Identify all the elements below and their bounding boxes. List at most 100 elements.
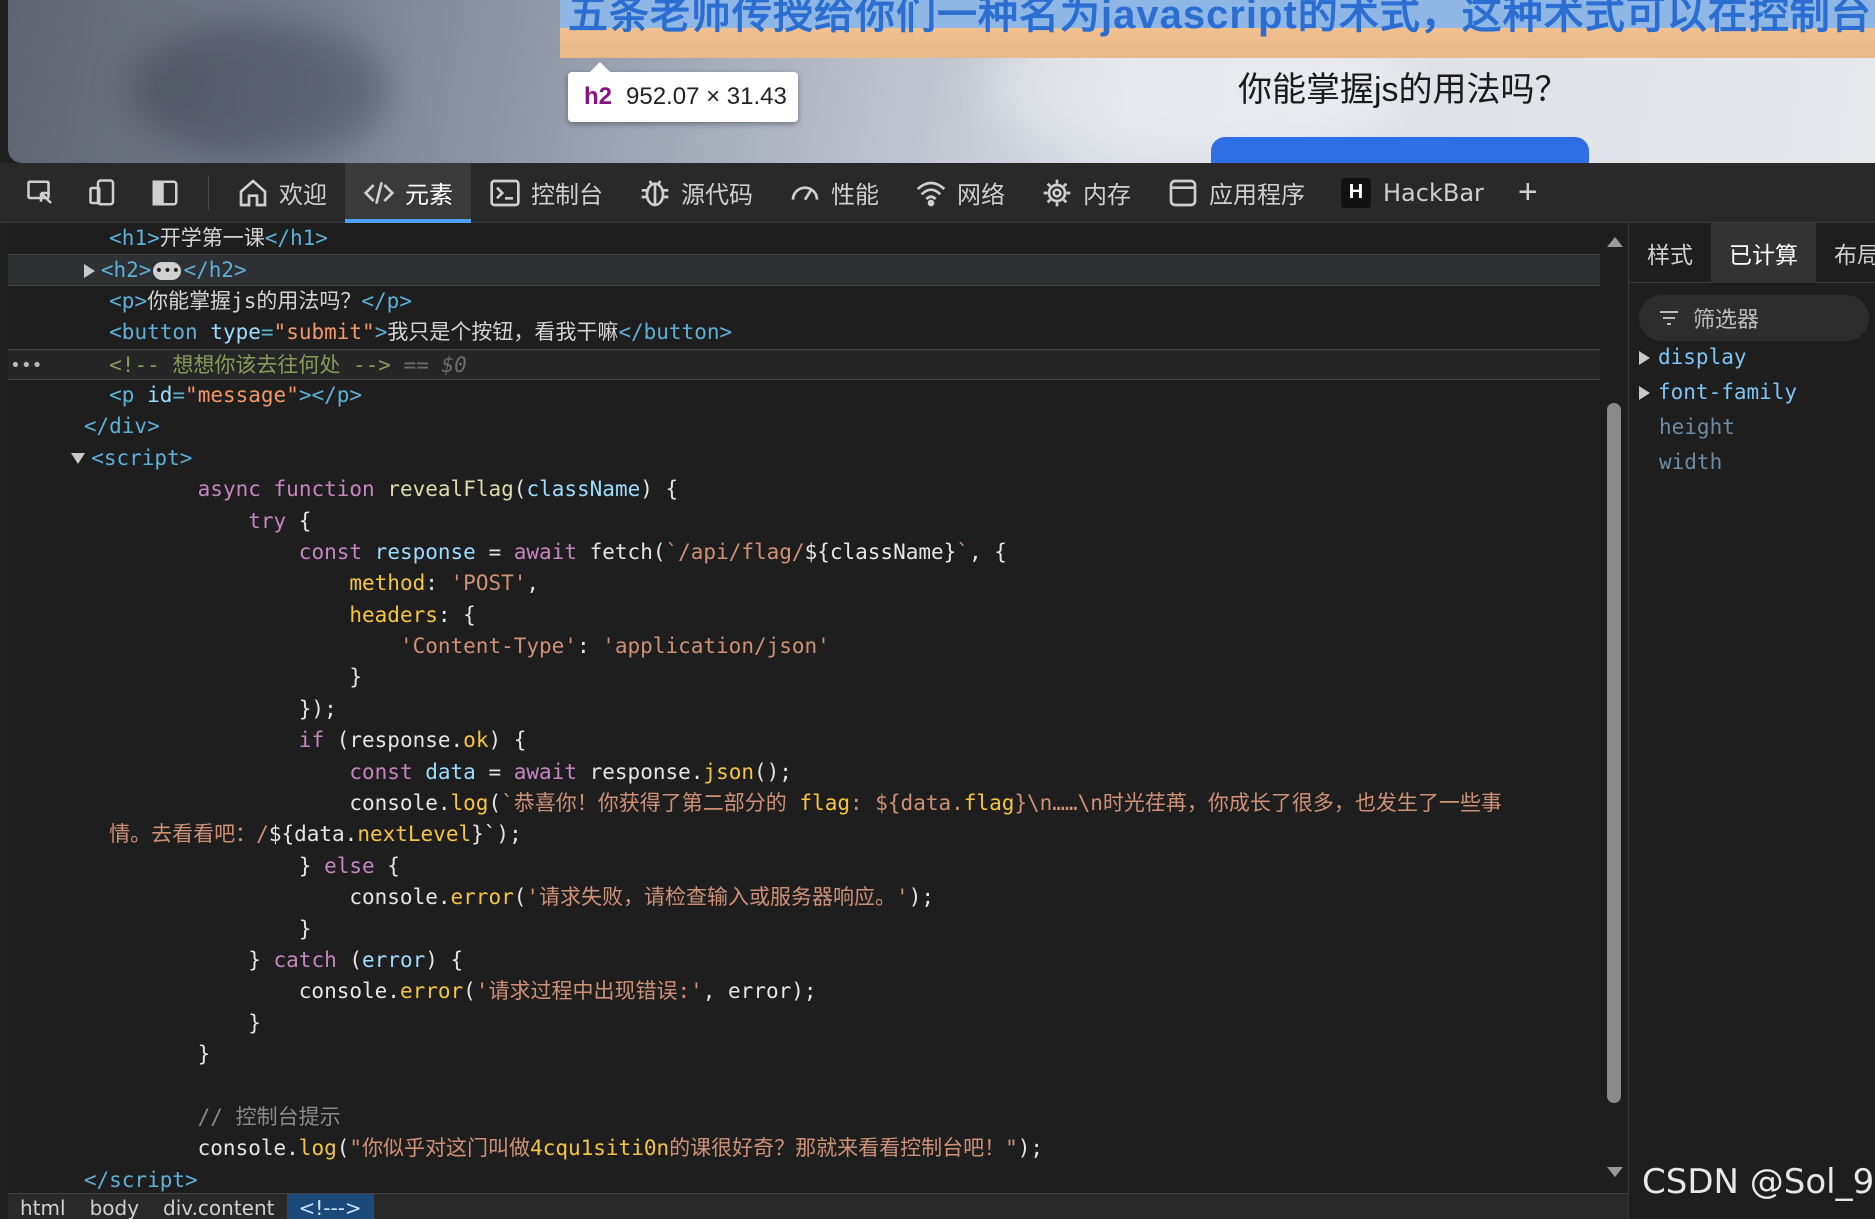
devtools-toolbar: 欢迎 元素 控制台 源代码 性能 网络 内存 应用程序 H HackBar + (0, 162, 1875, 223)
dom-node-h1[interactable]: <h1>开学第一课</h1> (8, 223, 1600, 254)
code-line: } (8, 1042, 211, 1067)
device-emulation-icon[interactable] (82, 172, 124, 214)
computed-prop-height[interactable]: height (1659, 415, 1735, 439)
code-line: console.log("你似乎对这门叫做4cqu1siti0n的课很好奇？那就… (8, 1136, 1044, 1161)
breadcrumb-item-active[interactable]: <!---> (286, 1194, 374, 1219)
scroll-up-icon[interactable] (1607, 237, 1623, 247)
expand-arrow-icon[interactable] (83, 264, 95, 279)
code-line: } else { (8, 853, 400, 878)
filter-placeholder: 筛选器 (1693, 308, 1760, 333)
code-line: console.error('请求过程中出现错误:', error); (8, 979, 817, 1004)
page-preview: 五条老师传授给你们一种名为javascript的术式，这种术式可以在控制台 h2… (8, 0, 1875, 163)
dom-node-script[interactable]: <script> (8, 443, 1600, 474)
code-line: } catch (error) { (8, 947, 464, 972)
tab-computed[interactable]: 已计算 (1711, 223, 1816, 283)
code-line: } (8, 1010, 261, 1035)
vertical-scrollbar[interactable] (1600, 223, 1628, 1193)
dom-node-div-close: </div> (83, 414, 160, 439)
dom-node-p[interactable]: <p>你能掌握js的用法吗？</p> (8, 286, 1600, 317)
hackbar-icon: H (1341, 177, 1371, 208)
dom-node-h2[interactable]: <h2> ••• </h2> (8, 254, 1600, 286)
watermark: CSDN @Sol_9 (1642, 1162, 1875, 1202)
preview-heading: 五条老师传授给你们一种名为javascript的术式，这种术式可以在控制台 (568, 0, 1872, 37)
styles-sidebar: 样式 已计算 布局 筛选器 display font-family height… (1628, 223, 1875, 1219)
gauge-icon (791, 185, 819, 200)
tab-label: 元素 (405, 181, 453, 209)
comment-text: <!-- 想想你该去往何处 --> (109, 352, 391, 377)
elements-dom-tree: <h1>开学第一课</h1> <h2> ••• </h2> <p>你能掌握js的用法… (8, 223, 1600, 1193)
dom-node-script-close: </script> (83, 1167, 198, 1192)
tab-label: HackBar (1383, 178, 1484, 207)
add-tool-button[interactable]: + (1502, 173, 1554, 212)
code-line: if (response.ok) { (298, 728, 527, 753)
inspect-element-icon[interactable] (20, 172, 62, 214)
filter-input[interactable]: 筛选器 (1639, 295, 1869, 341)
code-line: console.log(`恭喜你！你获得了第二部分的 flag: ${data.… (8, 791, 1502, 816)
attr-name: type (210, 320, 261, 345)
code-line: const response = await fetch(`/api/flag/… (298, 539, 1007, 564)
code-line: const data = await response.json(); (349, 759, 792, 784)
tab-hackbar[interactable]: H HackBar (1323, 163, 1502, 223)
tab-sources[interactable]: 源代码 (621, 163, 771, 223)
dom-node-message[interactable]: <p id="message"></p> (8, 380, 1600, 411)
console-icon (490, 179, 520, 206)
dock-side-icon[interactable] (144, 172, 186, 214)
tab-label: 性能 (831, 181, 879, 209)
sidebar-tabs: 样式 已计算 布局 (1629, 223, 1875, 283)
tab-console[interactable]: 控制台 (471, 163, 621, 223)
expand-arrow-icon (1639, 351, 1650, 365)
tab-application[interactable]: 应用程序 (1149, 163, 1323, 223)
code-line: console.error('请求失败，请检查输入或服务器响应。'); (8, 885, 934, 910)
tab-styles[interactable]: 样式 (1629, 223, 1711, 283)
code-line: } (8, 916, 312, 941)
collapse-arrow-icon[interactable] (71, 453, 86, 465)
tab-memory[interactable]: 内存 (1023, 163, 1149, 223)
tab-label: 网络 (957, 181, 1005, 209)
computed-prop-display[interactable]: display (1639, 345, 1747, 369)
attr-value: "submit" (273, 320, 375, 345)
scroll-down-icon[interactable] (1607, 1167, 1623, 1177)
code-icon (363, 181, 395, 204)
tooltip-size: 952.07 × 31.43 (626, 83, 787, 110)
tab-elements[interactable]: 元素 (345, 162, 471, 223)
tab-welcome[interactable]: 欢迎 (219, 163, 345, 223)
bug-icon (641, 179, 669, 206)
preview-paragraph: 你能掌握js的用法吗？ (1238, 71, 1569, 109)
code-line: async function revealFlag(className) { (197, 477, 679, 502)
more-actions-icon[interactable]: ••• (10, 350, 43, 381)
tab-performance[interactable]: 性能 (771, 163, 897, 223)
scroll-thumb[interactable] (1607, 403, 1621, 1103)
tab-label: 源代码 (681, 181, 753, 209)
code-line: headers: { (349, 602, 476, 627)
element-size-tooltip: h2 952.07 × 31.43 (568, 62, 798, 122)
code-line: } (8, 665, 363, 690)
h1-text: 开学第一课 (159, 226, 265, 250)
expand-arrow-icon (1639, 386, 1650, 400)
breadcrumb-item[interactable]: div.content (151, 1194, 286, 1219)
computed-prop-width[interactable]: width (1659, 450, 1722, 474)
preview-button[interactable] (1211, 137, 1589, 163)
background-blur (128, 20, 388, 160)
tooltip-tag: h2 (584, 83, 613, 110)
button-text: 我只是个按钮，看我干嘛 (387, 320, 619, 345)
breadcrumb-item[interactable]: body (78, 1194, 151, 1219)
attr-value: "message" (185, 382, 299, 407)
tab-network[interactable]: 网络 (897, 163, 1023, 223)
dom-node-comment-selected[interactable]: ••• <!-- 想想你该去往何处 --> == $0 (8, 348, 1600, 381)
tab-layout[interactable]: 布局 (1816, 223, 1875, 283)
app-icon (1169, 179, 1197, 206)
computed-prop-font-family[interactable]: font-family (1639, 380, 1797, 404)
code-line: 情。去看看吧：/${data.nextLevel}`); (109, 822, 522, 847)
tab-label: 欢迎 (279, 181, 327, 209)
tab-label: 控制台 (531, 181, 603, 209)
attr-name: id (147, 382, 173, 407)
code-line: // 控制台提示 (197, 1104, 341, 1129)
dom-node-button[interactable]: <button type="submit">我只是个按钮，看我干嘛</butto… (8, 317, 1600, 348)
collapsed-content-icon[interactable]: ••• (153, 262, 182, 281)
breadcrumb-item[interactable]: html (8, 1194, 78, 1219)
wifi-icon (916, 181, 946, 206)
tab-label: 内存 (1083, 181, 1131, 209)
toolbar-divider (208, 175, 209, 210)
code-line: 'Content-Type': 'application/json' (399, 634, 830, 659)
